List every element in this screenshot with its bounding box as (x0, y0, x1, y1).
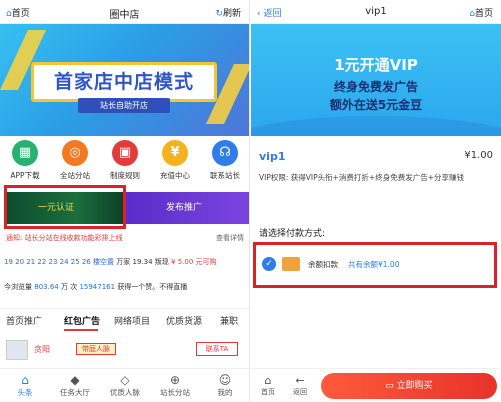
nav-label: 我的 (217, 388, 233, 397)
visit-unit: 万 次 (60, 283, 78, 291)
product-description: VIP权限: 获得VIP头衔+消费打折+终身免费发广告+分享赚钱 (259, 173, 464, 182)
shortcut-icons: ▦ APP下载 ◎ 全站分站 ▣ 制度规则 ¥ 充值中心 ☊ 联系站长 (0, 140, 249, 186)
nav-headlines[interactable]: ⌂ 头条 (0, 373, 50, 398)
category-tabs: 首页推广 红包广告 网络项目 优质货源 兼职 (0, 308, 249, 331)
shortcut-label: 充值中心 (160, 171, 190, 180)
buy-label: 立即购买 (396, 381, 433, 391)
product-price: ¥1.00 (464, 150, 493, 161)
wallet-icon (282, 257, 300, 271)
stations-icon: ◎ (62, 140, 88, 166)
app-download-icon: ▦ (12, 140, 38, 166)
home-link[interactable]: ⌂首页 (469, 6, 493, 19)
ticker-nums: 19 20 21 22 23 24 25 26 楼空置 (4, 258, 115, 266)
headset-icon: ☊ (212, 140, 238, 166)
banner-line-3: 额外在送5元金豆 (329, 98, 423, 112)
product-title: vip1 (259, 150, 286, 163)
home-icon: ⌂ (264, 374, 272, 387)
hero-banner[interactable]: 首家店中店模式 站长自助开店 (0, 24, 249, 136)
decor-wave (251, 116, 501, 136)
tab-red-packet[interactable]: 红包广告 (64, 314, 100, 327)
visit-suffix: 获得一个赞。不得直播 (117, 283, 188, 291)
all-stations-shortcut[interactable]: ◎ 全站分站 (50, 140, 100, 181)
rules-icon: ▣ (112, 140, 138, 166)
tab-network[interactable]: 网络项目 (114, 314, 150, 327)
payment-option-balance[interactable]: ✓ 余额扣款 共有余额¥1.00 (253, 242, 497, 288)
left-screen: ⌂首页 圈中店 ↻刷新 首家店中店模式 站长自助开店 ▦ APP下载 ◎ 全站分… (0, 0, 250, 402)
back-arrow-icon: ← (295, 374, 305, 387)
active-tab-indicator (64, 329, 98, 331)
diamond-icon: ◇ (120, 373, 130, 387)
ticker-row: 19 20 21 22 23 24 25 26 楼空置 万家 19.34 叛现 … (4, 257, 248, 267)
globe-icon: ⊕ (169, 373, 181, 387)
user-icon: ☺ (218, 373, 232, 387)
tab-home-promo[interactable]: 首页推广 (6, 314, 42, 327)
ticker-coin: 万家 19.34 叛现 (116, 258, 169, 266)
app-download-shortcut[interactable]: ▦ APP下载 (0, 140, 50, 181)
banner-line-2: 终身免费发广告 (333, 80, 418, 94)
buy-now-button[interactable]: ▭ 立即购买 (321, 373, 497, 399)
ad-user-name: 贪阳 (34, 345, 50, 354)
page-title: 圈中店 (109, 10, 140, 21)
shortcut-label: 制度规则 (110, 171, 140, 180)
shortcut-label: APP下载 (10, 171, 40, 180)
bottom-action-bar: ⌂ 首页 ← 返回 ▭ 立即购买 (251, 368, 501, 402)
ad-badge: 带庭人脉 (76, 343, 116, 355)
visit-stats: 今浏览量 803.64 万 次 15947161 获得一个赞。不得直播 (4, 282, 248, 292)
notice-text: 通知: 站长分站在线收款功能彩排上线 (6, 234, 123, 242)
publish-promo-button[interactable]: 发布推广 (126, 192, 249, 224)
banner-line-1: 1元开通VIP (334, 56, 418, 74)
ad-list-item[interactable]: 贪阳 带庭人脉 联系TA (0, 338, 249, 362)
rules-shortcut[interactable]: ▣ 制度规则 (100, 140, 150, 181)
publish-label: 发布推广 (166, 203, 203, 213)
screenshot-stage: ⌂首页 圈中店 ↻刷新 首家店中店模式 站长自助开店 ▦ APP下载 ◎ 全站分… (0, 0, 501, 402)
visit-count: 803.64 (34, 283, 59, 291)
bottom-nav: ⌂ 头条 ◆ 任务大厅 ◇ 优质人脉 ⊕ 站长分站 ☺ 我的 (0, 368, 249, 402)
yen-icon: ¥ (162, 140, 188, 166)
nav-label: 任务大厅 (60, 388, 90, 397)
banner-title: 首家店中店模式 (31, 62, 217, 102)
top-nav: ‹ 返回 vip1 ⌂首页 (251, 0, 501, 24)
home-icon: ⌂ (21, 373, 29, 387)
contact-ta-button[interactable]: 联系TA (196, 342, 238, 356)
payment-balance: 共有余额¥1.00 (348, 260, 400, 269)
notice-more-link[interactable]: 查看详情 (216, 233, 244, 243)
shortcut-label: 全站分站 (60, 171, 90, 180)
refresh-label: 刷新 (222, 9, 241, 19)
nav-label: 优质人脉 (110, 388, 140, 397)
home-button-label: 首页 (261, 388, 275, 396)
back-button-label: 返回 (293, 388, 307, 396)
tab-parttime[interactable]: 兼职 (220, 314, 238, 327)
visit-prefix: 今浏览量 (4, 283, 32, 291)
payment-method-name: 余额扣款 (308, 260, 338, 269)
highlight-box (4, 185, 126, 229)
home-label: 首页 (474, 9, 493, 19)
ticker-price: ¥ 5.00 元可购 (171, 258, 217, 266)
nav-label: 头条 (17, 388, 33, 397)
check-icon: ✓ (262, 257, 276, 271)
cart-icon: ▭ (385, 381, 397, 391)
vip-banner: 1元开通VIP 终身免费发广告 额外在送5元金豆 (251, 24, 501, 136)
visit-user: 15947161 (79, 283, 116, 291)
nav-task-hall[interactable]: ◆ 任务大厅 (50, 373, 100, 398)
banner-subtitle: 站长自助开店 (78, 98, 170, 113)
page-title: vip1 (365, 6, 387, 17)
tab-supply[interactable]: 优质货源 (166, 314, 202, 327)
payment-method-label: 请选择付款方式: (259, 229, 326, 239)
refresh-button[interactable]: ↻刷新 (215, 6, 241, 19)
back-button[interactable]: ← 返回 (285, 374, 315, 397)
nav-contacts[interactable]: ◇ 优质人脉 (100, 373, 150, 398)
shortcut-label: 联系站长 (210, 171, 240, 180)
nav-mine[interactable]: ☺ 我的 (200, 373, 249, 398)
top-nav: ⌂首页 圈中店 ↻刷新 (0, 0, 249, 24)
right-screen: ‹ 返回 vip1 ⌂首页 1元开通VIP 终身免费发广告 额外在送5元金豆 v… (251, 0, 501, 402)
recharge-shortcut[interactable]: ¥ 充值中心 (150, 140, 200, 181)
nav-stations[interactable]: ⊕ 站长分站 (150, 373, 200, 398)
notice-bar[interactable]: 通知: 站长分站在线收款功能彩排上线 查看详情 (6, 233, 246, 243)
home-button[interactable]: ⌂ 首页 (253, 374, 283, 397)
task-icon: ◆ (70, 373, 80, 387)
avatar (6, 340, 28, 360)
contact-admin-shortcut[interactable]: ☊ 联系站长 (200, 140, 249, 181)
nav-label: 站长分站 (160, 388, 190, 397)
